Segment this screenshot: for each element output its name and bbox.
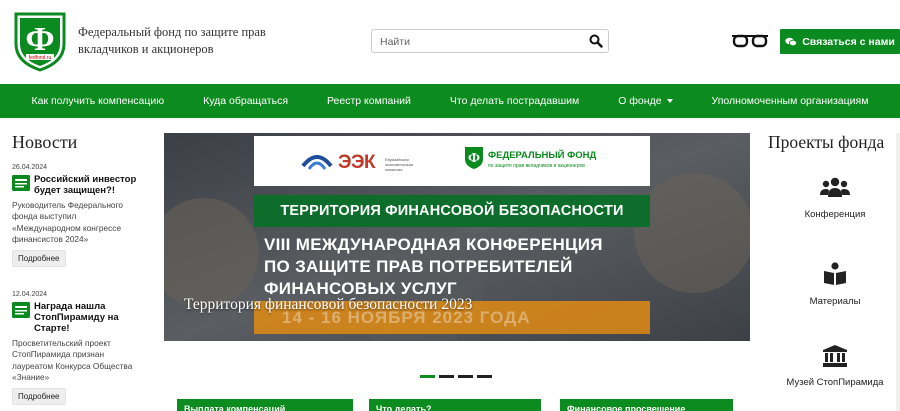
nav-item-authorized-orgs[interactable]: Уполномоченным организациям (712, 95, 869, 107)
project-label: Музей СтопПирамида (786, 377, 884, 388)
eek-logo: ЭЭК Евразийская экономическая комиссия (300, 146, 430, 178)
site-header: Ф fedfond.ru Федеральный фонд по защите … (0, 0, 900, 84)
project-conference[interactable]: Конференция (780, 177, 890, 221)
nav-item-victims[interactable]: Что делать пострадавшим (450, 95, 579, 107)
read-more-button[interactable]: Подробнее (12, 388, 66, 406)
contact-us-label: Связаться с нами (802, 35, 895, 48)
svg-text:Ф: Ф (25, 21, 54, 58)
museum-icon (823, 345, 847, 367)
slider-dot[interactable] (439, 375, 454, 378)
chat-icon (785, 37, 798, 46)
news-headline[interactable]: Российский инвестор будет защищен?! (34, 174, 147, 196)
users-icon (820, 177, 850, 197)
slider-indicators (420, 375, 492, 378)
slider-dot[interactable] (458, 375, 473, 378)
news-item: 12.04.2024 Награда нашла СтопПирамиду на… (12, 291, 147, 406)
eek-brand: ЭЭК (338, 152, 376, 173)
news-text: Руководитель Федерального фонда выступил… (12, 200, 123, 244)
nav-item-about-label: О фонде (618, 95, 662, 107)
nav-item-company-registry[interactable]: Реестр компаний (327, 95, 411, 107)
newspaper-icon (12, 302, 30, 318)
contact-us-button[interactable]: Связаться с нами (780, 29, 900, 54)
slide-caption[interactable]: Территория финансовой безопасности 2023 (184, 296, 472, 314)
slider-dot[interactable] (477, 375, 492, 378)
fund-banner-subtitle: по защите прав вкладчиков и акционеров (488, 163, 585, 169)
fund-shield-icon: Ф (465, 147, 483, 169)
main-nav: Как получить компенсацию Куда обращаться… (0, 84, 900, 118)
search-icon[interactable] (589, 34, 603, 48)
partner-logos-banner: ЭЭК Евразийская экономическая комиссия Ф… (254, 136, 650, 186)
search-input[interactable] (380, 34, 580, 49)
news-text: Просветительский проект СтопПирамида при… (12, 338, 133, 382)
scrollbar[interactable] (896, 133, 900, 411)
project-label: Конференция (804, 209, 866, 220)
glasses-icon[interactable] (731, 33, 769, 49)
nav-item-where-to-apply[interactable]: Куда обращаться (203, 95, 288, 107)
project-materials[interactable]: Материалы (780, 262, 890, 308)
news-item: 26.04.2024 Российский инвестор будет защ… (12, 164, 147, 268)
slider-dot[interactable] (420, 375, 435, 378)
org-name[interactable]: Федеральный фонд по защите прав вкладчик… (78, 24, 278, 58)
slide-conf-line: VIII МЕЖДУНАРОДНАЯ КОНФЕРЕНЦИЯ (264, 235, 603, 254)
project-label: Материалы (809, 296, 861, 307)
projects-title: Проекты фонда (768, 132, 885, 152)
card-what-to-do[interactable]: Что делать? (369, 399, 541, 411)
slide-band-text: ТЕРРИТОРИЯ ФИНАНСОВОЙ БЕЗОПАСНОСТИ (254, 195, 650, 227)
project-museum[interactable]: Музей СтопПирамида (780, 345, 890, 389)
nav-item-about[interactable]: О фонде (618, 95, 673, 107)
chevron-down-icon (666, 99, 673, 104)
newspaper-icon (12, 175, 30, 191)
news-date: 12.04.2024 (12, 291, 48, 298)
card-compensation[interactable]: Выплата компенсаций (177, 399, 353, 411)
book-reader-icon (824, 262, 846, 285)
news-title: Новости (12, 132, 78, 152)
read-more-button[interactable]: Подробнее (12, 250, 66, 268)
fund-banner-logo: Ф ФЕДЕРАЛЬНЫЙ ФОНД по защите прав вкладч… (464, 146, 644, 180)
fund-logo[interactable]: Ф fedfond.ru (12, 10, 68, 72)
news-headline[interactable]: Награда нашла СтопПирамиду на Старте! (34, 301, 147, 334)
hero-slider[interactable]: ЭЭК Евразийская экономическая комиссия Ф… (164, 133, 750, 341)
nav-item-compensation[interactable]: Как получить компенсацию (32, 95, 165, 107)
eek-subtitle: Евразийская экономическая комиссия (385, 157, 414, 172)
search-box (371, 29, 609, 53)
news-date: 26.04.2024 (12, 164, 48, 171)
eek-globe-icon (301, 155, 333, 170)
logo-caption: fedfond.ru (29, 55, 52, 61)
svg-text:Ф: Ф (468, 151, 480, 166)
card-financial-education[interactable]: Финансовое просвещение (560, 399, 733, 411)
slide-conf-line: ПО ЗАЩИТЕ ПРАВ ПОТРЕБИТЕЛЕЙ (264, 257, 573, 276)
fund-banner-name: ФЕДЕРАЛЬНЫЙ ФОНД (488, 150, 597, 161)
